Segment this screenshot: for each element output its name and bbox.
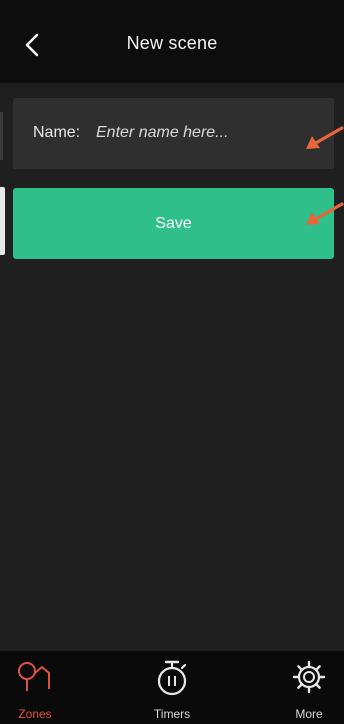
tab-more[interactable]: More <box>274 651 344 724</box>
tab-label-timers: Timers <box>153 707 191 721</box>
tab-label-zones: Zones <box>18 707 52 721</box>
tab-label-more: More <box>295 707 323 721</box>
edge-handle <box>0 187 5 255</box>
bottom-tab-bar: Zones Timers More <box>0 651 344 724</box>
timer-icon <box>157 660 187 696</box>
zones-icon <box>18 662 50 691</box>
edge-divider <box>0 112 3 160</box>
name-label: Name: <box>33 124 81 141</box>
name-input[interactable] <box>96 120 316 146</box>
page-title: New scene <box>126 33 218 53</box>
gear-icon <box>292 660 326 694</box>
tab-timers[interactable]: Timers <box>137 651 207 724</box>
header-bar: New scene <box>0 0 344 83</box>
save-button[interactable]: Save <box>13 188 334 259</box>
new-scene-screen: New scene Name: Save Zones <box>0 0 344 724</box>
name-field-card: Name: <box>13 98 334 169</box>
tab-zones[interactable]: Zones <box>0 651 70 724</box>
